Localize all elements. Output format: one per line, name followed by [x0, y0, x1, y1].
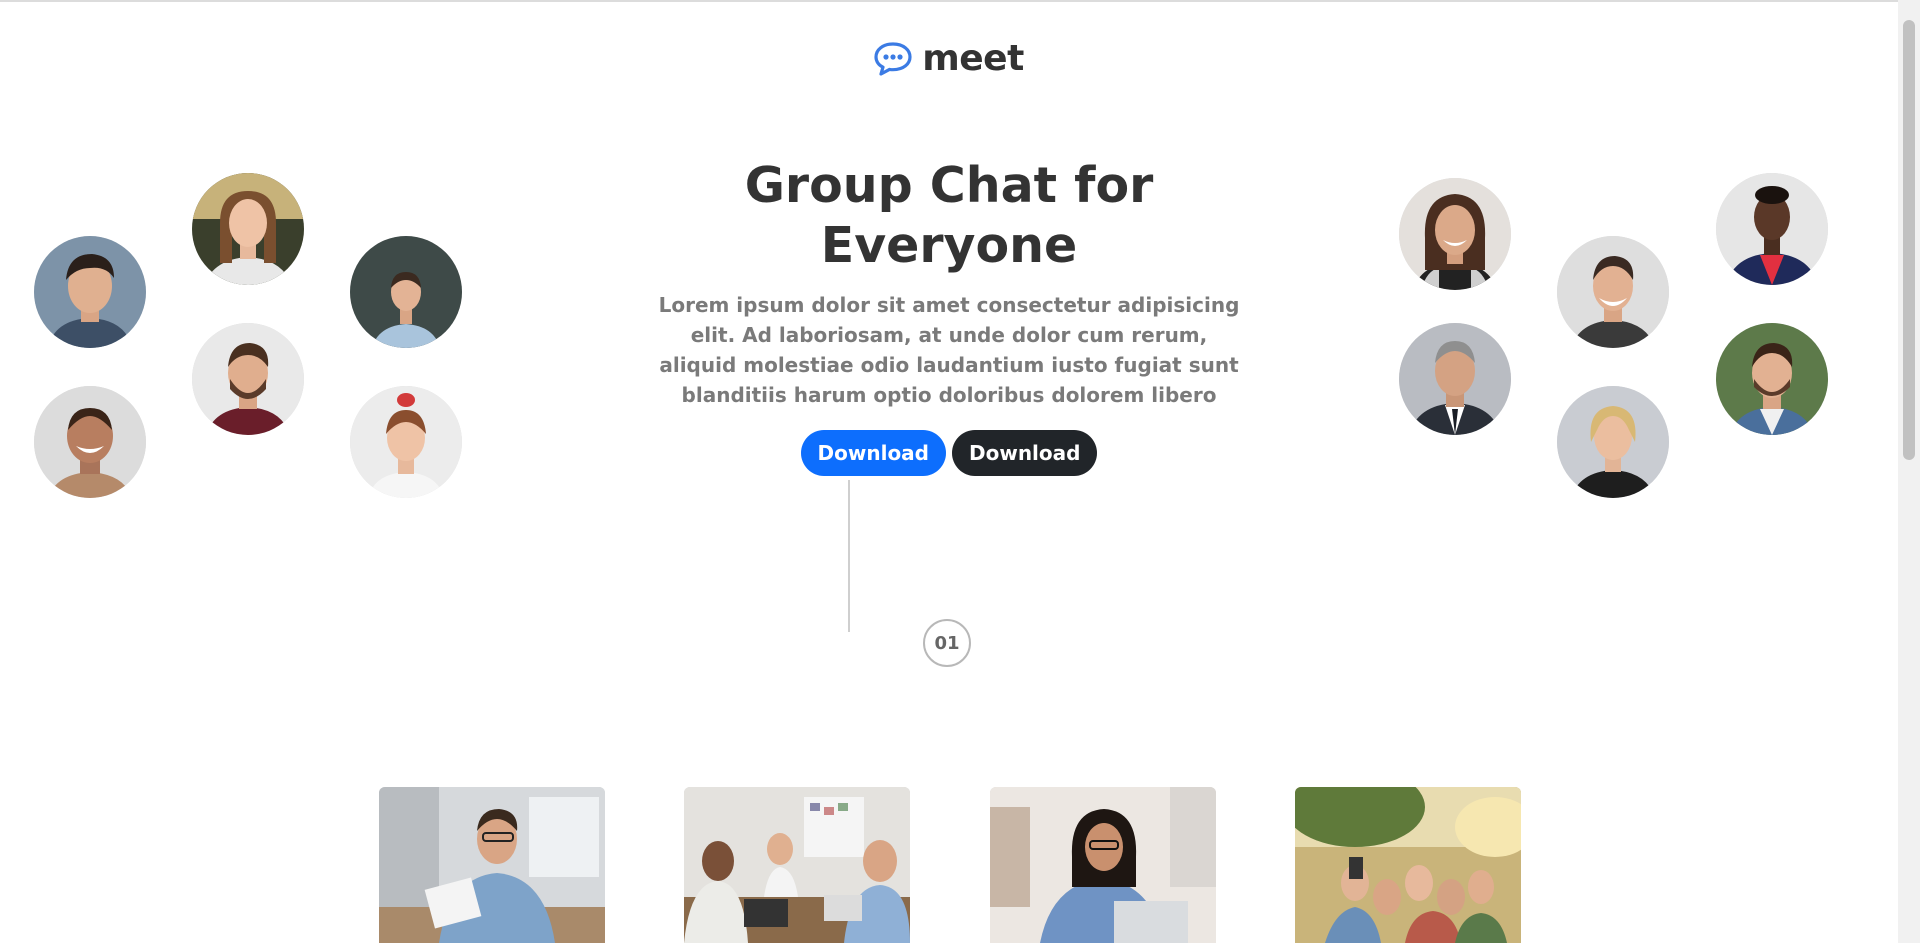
brand-name: meet	[922, 38, 1024, 79]
avatar	[1557, 386, 1669, 498]
feature-card-image	[379, 787, 605, 943]
top-border	[0, 0, 1920, 2]
hero-title: Group Chat for Everyone	[744, 157, 1154, 274]
scrollbar-thumb[interactable]	[1903, 20, 1915, 460]
feature-card-image	[1295, 787, 1521, 943]
avatar	[1399, 323, 1511, 435]
brand[interactable]: meet	[0, 38, 1898, 79]
feature-card-image	[990, 787, 1216, 943]
feature-card-image	[684, 787, 910, 943]
avatar	[1399, 178, 1511, 290]
avatar	[1716, 323, 1828, 435]
step-number-badge: 01	[923, 619, 971, 667]
download-button-dark[interactable]: Download	[952, 430, 1098, 476]
hero-description: Lorem ipsum dolor sit amet consectetur a…	[658, 293, 1240, 407]
avatar	[1716, 173, 1828, 285]
chat-bubble-icon	[874, 41, 912, 76]
download-button-primary[interactable]: Download	[800, 430, 946, 476]
scrollbar[interactable]	[1898, 0, 1920, 943]
timeline-connector	[848, 480, 850, 632]
avatar	[1557, 236, 1669, 348]
